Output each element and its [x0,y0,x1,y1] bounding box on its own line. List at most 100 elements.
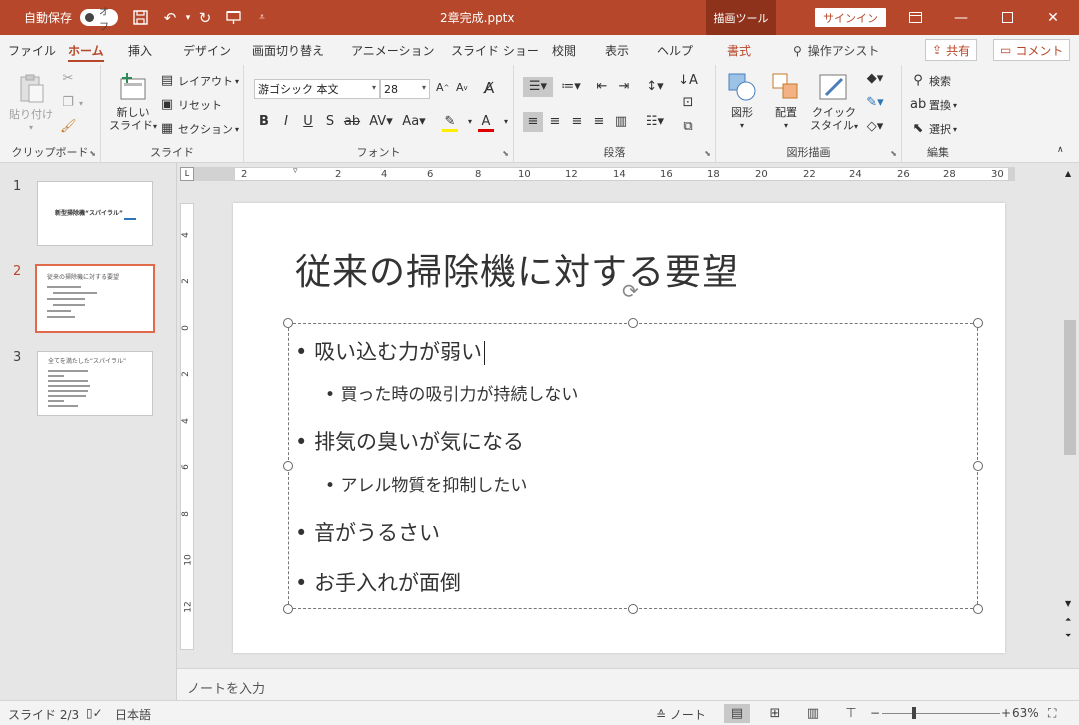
zoom-slider-thumb[interactable] [912,707,916,719]
slide-thumbnail-2[interactable]: 従来の掃除機に対する要望 [35,264,155,333]
shape-fill-icon[interactable]: ◆▾ [860,69,890,89]
paragraph-launcher-icon[interactable]: ⬊ [704,149,711,158]
shape-outline-icon[interactable]: ✎▾ [860,93,890,113]
reset-button[interactable]: ▣ リセット [159,97,222,113]
previous-slide-icon[interactable]: ⏶ [1065,615,1071,625]
signin-button[interactable]: サインイン [815,8,886,27]
clear-formatting-icon[interactable]: A̸ [484,79,494,97]
horizontal-ruler[interactable]: 2 2 4 6 8 10 12 14 16 18 20 22 24 26 28 … [234,166,1009,181]
character-spacing-icon[interactable]: AV▾ [366,112,396,132]
strikethrough-icon[interactable]: ab [342,112,362,132]
columns-icon[interactable]: ☷▾ [640,112,670,132]
tab-home[interactable]: ホーム [68,42,104,62]
shapes-button[interactable]: 図形 ▾ [726,71,758,132]
align-right-icon[interactable]: ≡ [567,112,587,132]
decrease-font-size-icon[interactable]: Av [456,81,468,94]
reading-view-icon[interactable]: ▥ [800,704,826,723]
slide-canvas[interactable]: 従来の掃除機に対する要望 ⟳ • 吸い込む力が弱い • 買った時の吸引力が持続し… [233,203,1005,653]
copy-icon[interactable]: ❐ ▾ [60,95,83,111]
redo-icon[interactable]: ↻ [195,0,215,35]
layout-button[interactable]: ▤ レイアウト ▾ [159,73,239,89]
text-direction-icon[interactable]: ↓A [678,71,698,91]
slide-thumbnail-1[interactable]: 新型掃除機“スパイラル” [37,181,153,246]
vertical-ruler[interactable]: 4 2 0 2 4 6 8 10 12 [180,203,194,650]
decrease-indent-icon[interactable]: ⇤ [592,77,612,97]
highlight-icon[interactable]: ✎ [440,112,460,132]
slide-thumbnail-3[interactable]: 全てを満たした“スパイラル” [37,351,153,416]
replace-button[interactable]: ab 置換 ▾ [910,97,957,113]
autosave-toggle[interactable]: オフ [80,7,118,33]
spellcheck-icon[interactable]: ▯✓ [86,706,103,720]
notes-placeholder[interactable]: ノートを入力 [187,678,265,697]
font-size-combo[interactable]: 28 ▾ [380,79,430,99]
align-center-icon[interactable]: ≡ [545,112,565,132]
shadow-icon[interactable]: S [320,112,340,132]
font-color-dropdown-icon[interactable]: ▾ [496,112,516,132]
start-slideshow-icon[interactable] [223,0,243,35]
increase-indent-icon[interactable]: ⇥ [614,77,634,97]
resize-handle[interactable] [283,318,293,328]
tab-review[interactable]: 校閲 [552,42,576,59]
tab-design[interactable]: デザイン [183,42,231,59]
bullet-item[interactable]: • 買った時の吸引力が持続しない [325,380,578,405]
distributed-icon[interactable]: ▥ [611,112,631,132]
scroll-thumb[interactable] [1064,320,1076,455]
tab-view[interactable]: 表示 [605,42,629,59]
indent-marker-icon[interactable]: ▿ [293,166,298,176]
quick-styles-button[interactable]: クイック スタイル▾ [810,71,858,133]
scroll-down-icon[interactable]: ▼ [1065,599,1071,608]
language-status[interactable]: 日本語 [115,706,151,723]
bullet-item[interactable]: • アレル物質を抑制したい [325,471,527,496]
tab-format[interactable]: 書式 [727,42,751,59]
select-button[interactable]: ⬉ 選択 ▾ [910,121,957,137]
increase-font-size-icon[interactable]: A ^ [436,81,449,94]
undo-icon[interactable]: ↶ [160,0,180,35]
bullet-item[interactable]: • 排気の臭いが気になる [295,426,524,456]
align-left-icon[interactable]: ≡ [523,112,543,132]
tab-transitions[interactable]: 画面切り替え [252,42,324,59]
new-slide-button[interactable]: 新しい スライド▾ [109,71,157,133]
comment-button[interactable]: ▭ コメント [993,39,1071,61]
drawing-launcher-icon[interactable]: ⬊ [890,149,897,158]
tab-selector-icon[interactable]: L [180,167,194,181]
arrange-button[interactable]: 配置 ▾ [770,71,802,132]
change-case-icon[interactable]: Aa▾ [399,112,429,132]
resize-handle[interactable] [973,604,983,614]
save-icon[interactable] [130,0,150,35]
bullet-item[interactable]: • 吸い込む力が弱い [295,336,486,366]
bullet-item[interactable]: • お手入れが面倒 [295,567,461,597]
tab-help[interactable]: ヘルプ [657,42,693,59]
ribbon-display-options-icon[interactable] [893,0,937,35]
paste-button[interactable]: 貼り付け ▾ [9,73,53,134]
tab-file[interactable]: ファイル [8,42,56,59]
cut-icon[interactable]: ✂ [60,71,79,87]
align-text-icon[interactable]: ⊡ [678,93,698,113]
format-painter-icon[interactable]: 🖌 [60,119,79,135]
slideshow-view-icon[interactable]: ⊤ [838,704,864,723]
slide-sorter-view-icon[interactable]: ⊞ [762,704,788,723]
resize-handle[interactable] [283,604,293,614]
share-button[interactable]: ⇪ 共有 [925,39,978,61]
notes-pane[interactable]: ノートを入力 [177,668,1079,700]
numbering-icon[interactable]: ≔▾ [556,77,586,97]
bullet-item[interactable]: • 音がうるさい [295,517,440,547]
line-spacing-icon[interactable]: ↕▾ [640,77,670,97]
slide-title[interactable]: 従来の掃除機に対する要望 [295,243,739,295]
italic-icon[interactable]: I [276,112,296,132]
maximize-icon[interactable] [985,0,1029,35]
shape-effects-icon[interactable]: ◇▾ [860,117,890,137]
customize-toolbar-icon[interactable]: ⩡ [252,0,272,35]
zoom-slider[interactable] [882,713,1000,714]
notes-toggle[interactable]: ≙ ノート [656,706,706,723]
rotate-handle-icon[interactable]: ⟳ [622,279,639,303]
font-launcher-icon[interactable]: ⬊ [502,149,509,158]
tab-insert[interactable]: 挿入 [128,42,152,59]
underline-icon[interactable]: U [298,112,318,132]
tab-animations[interactable]: アニメーション [351,42,435,59]
resize-handle[interactable] [628,318,638,328]
smartart-icon[interactable]: ⧉ [678,117,698,137]
justify-icon[interactable]: ≡ [589,112,609,132]
zoom-level[interactable]: 63% [1012,706,1039,720]
next-slide-icon[interactable]: ⏷ [1065,631,1071,641]
normal-view-icon[interactable]: ▤ [724,704,750,723]
